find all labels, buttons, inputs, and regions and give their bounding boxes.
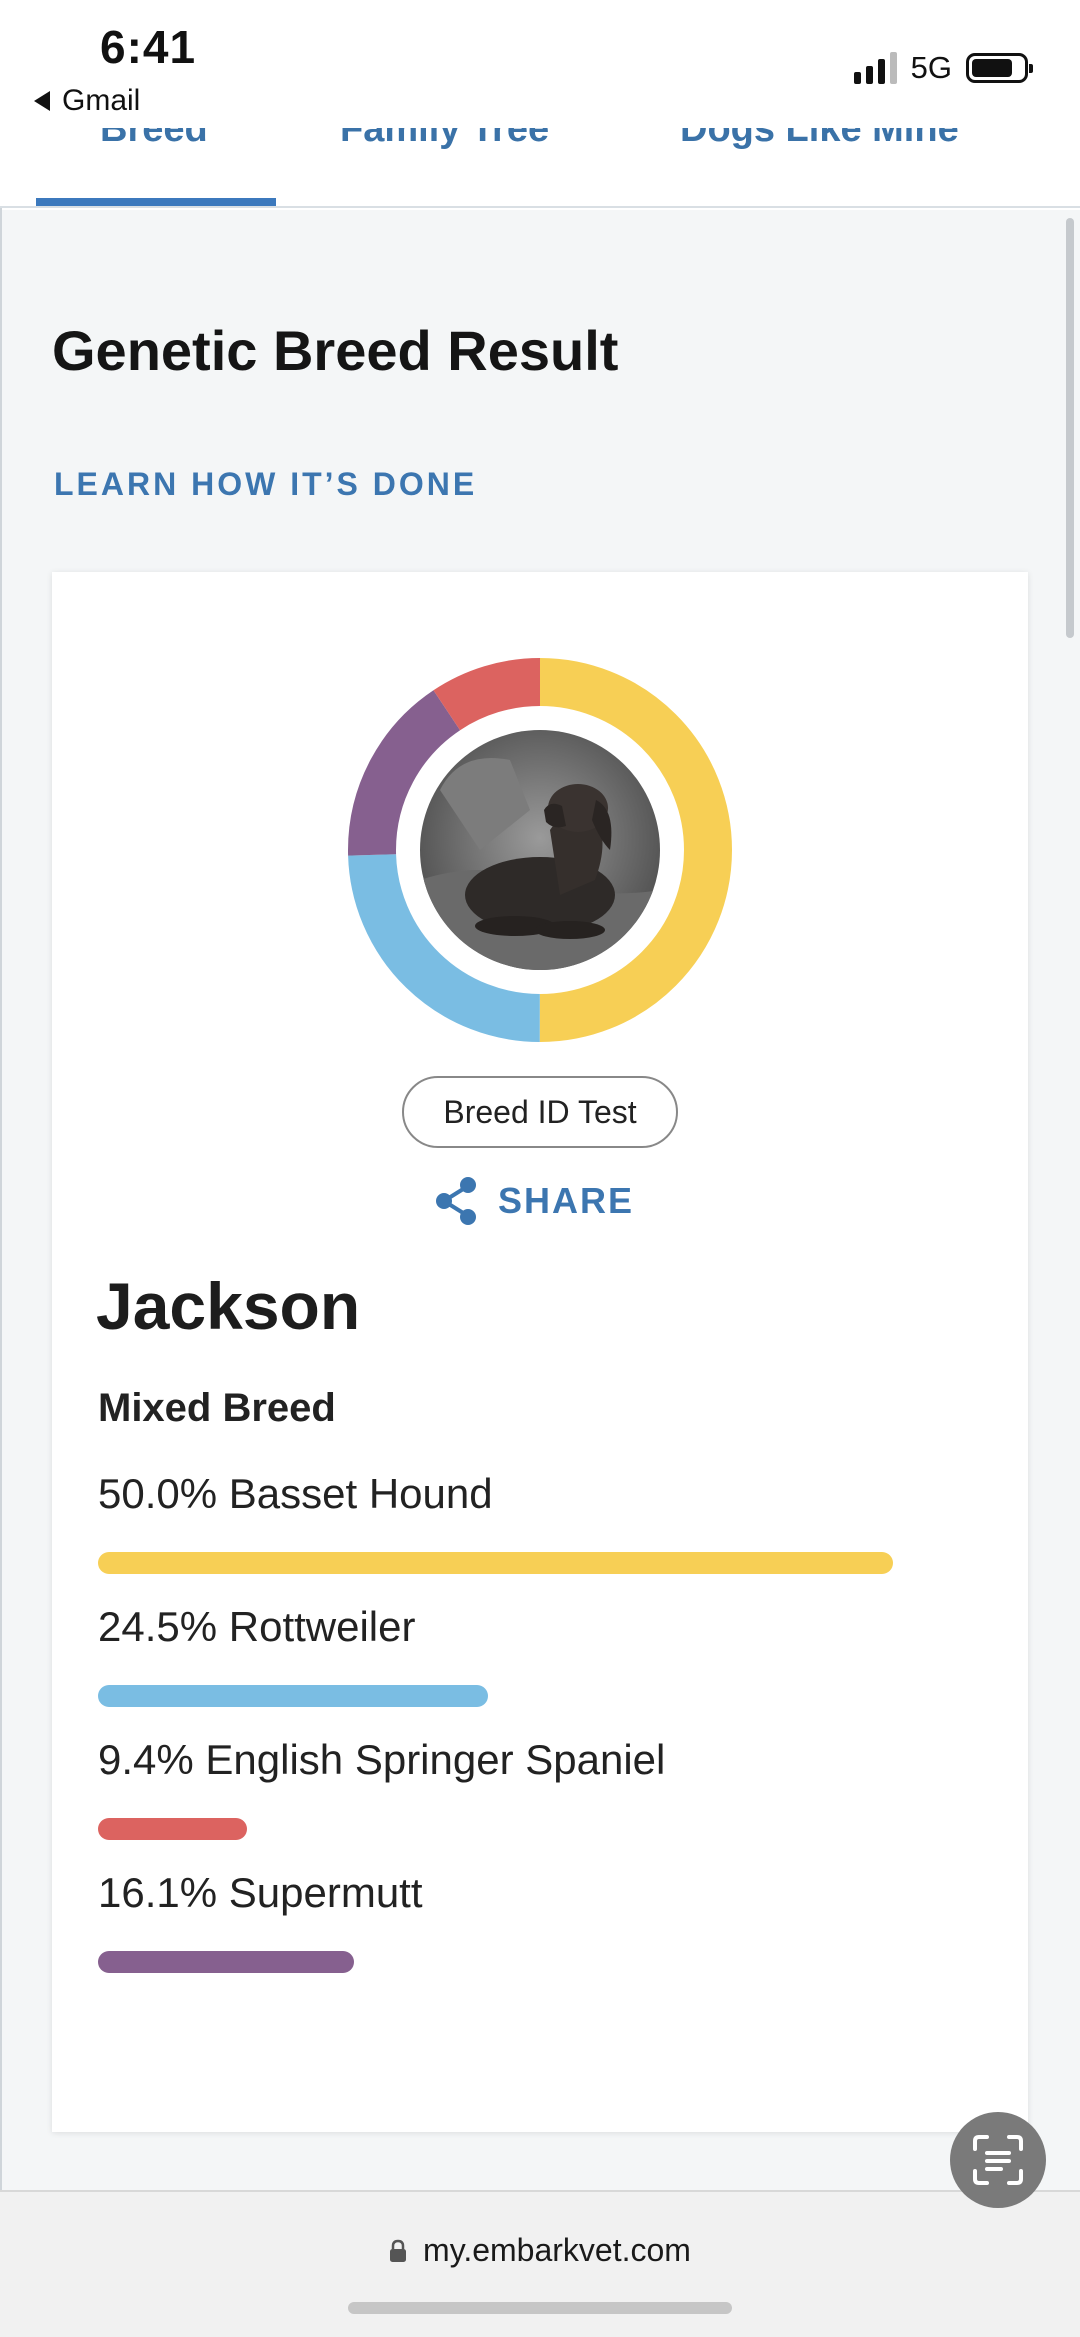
learn-how-link[interactable]: LEARN HOW IT’S DONE: [54, 466, 477, 503]
back-arrow-icon: [34, 91, 50, 111]
battery-icon: [966, 53, 1033, 83]
browser-bottom-bar: my.embarkvet.com: [0, 2190, 1080, 2337]
breed-label: 9.4% English Springer Spaniel: [98, 1736, 666, 1783]
home-indicator[interactable]: [348, 2302, 732, 2314]
breed-label: 24.5% Rottweiler: [98, 1603, 416, 1650]
back-app-label: Gmail: [62, 84, 141, 117]
active-tab-indicator: [36, 198, 276, 206]
tab-dogs-like-mine[interactable]: Dogs Like Mine: [680, 128, 959, 151]
back-to-app-button[interactable]: Gmail: [34, 84, 140, 118]
tab-breed[interactable]: Breed: [100, 128, 208, 151]
breed-bar: [98, 1951, 354, 1973]
network-type: 5G: [910, 50, 952, 85]
url-text: my.embarkvet.com: [423, 2232, 691, 2268]
breed-label: 16.1% Supermutt: [98, 1869, 423, 1916]
scan-text-icon: [973, 2135, 1023, 2185]
breed-row-rottweiler: 24.5% Rottweiler: [98, 1603, 978, 1707]
cellular-signal-icon: [853, 52, 897, 84]
breed-label: 50.0% Basset Hound: [98, 1470, 493, 1517]
breed-bar: [98, 1552, 893, 1574]
breed-id-test-badge: Breed ID Test: [402, 1076, 678, 1148]
scan-text-button[interactable]: [950, 2112, 1046, 2208]
dog-avatar: [420, 730, 660, 970]
status-indicators: 5G: [853, 50, 1033, 86]
share-button[interactable]: SHARE: [432, 1176, 634, 1226]
page-title: Genetic Breed Result: [52, 319, 619, 382]
lock-icon: [390, 2239, 407, 2262]
dog-name: Jackson: [96, 1269, 361, 1343]
breed-bar: [98, 1685, 488, 1707]
breed-row-supermutt: 16.1% Supermutt: [98, 1869, 978, 1973]
address-bar[interactable]: my.embarkvet.com: [0, 2232, 1080, 2269]
share-label: SHARE: [498, 1180, 635, 1221]
status-bar: 6:41 Gmail 5G: [0, 0, 1080, 128]
breed-row-english-springer-spaniel: 9.4% English Springer Spaniel: [98, 1736, 978, 1840]
share-icon: [436, 1177, 476, 1225]
status-time: 6:41: [100, 21, 197, 73]
tab-family-tree[interactable]: Family Tree: [340, 128, 549, 151]
scrollbar[interactable]: [1066, 218, 1074, 638]
breed-bar: [98, 1818, 248, 1840]
tab-bar: Breed Family Tree Dogs Like Mine: [0, 128, 1080, 208]
breed-row-basset-hound: 50.0% Basset Hound: [98, 1470, 978, 1574]
breed-type: Mixed Breed: [98, 1386, 336, 1430]
